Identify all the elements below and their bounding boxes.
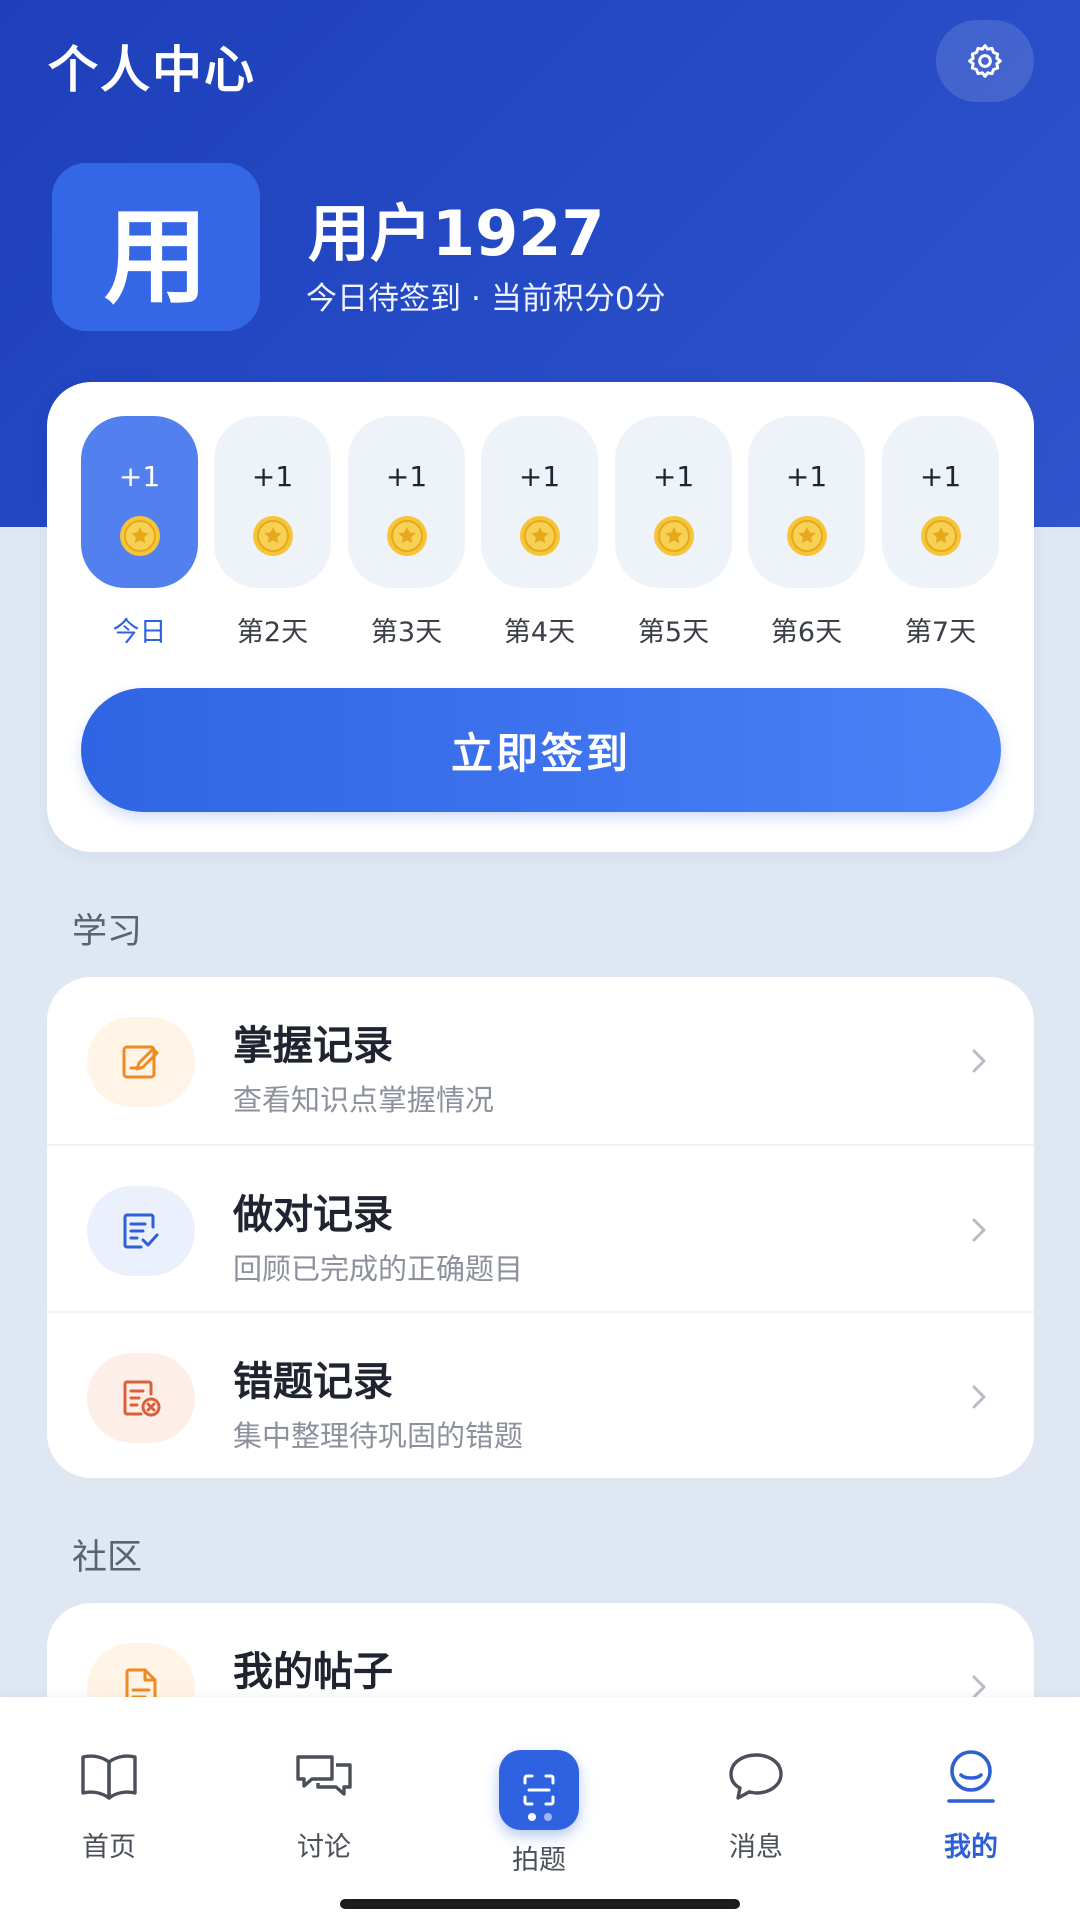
settings-button[interactable] [936, 20, 1034, 102]
page-dots-icon [528, 1813, 552, 1821]
nav-label: 首页 [82, 1832, 136, 1863]
day-reward: +1 [785, 460, 828, 493]
bottom-nav: 首页 讨论 拍题 消息 我的 [0, 1697, 1080, 1920]
item-subtitle: 集中整理待巩固的错题 [233, 1419, 524, 1453]
coin-icon [120, 516, 160, 556]
nav-label: 我的 [944, 1832, 998, 1863]
item-title: 我的帖子 [233, 1649, 393, 1695]
list-item-wrong-record[interactable]: 错题记录 集中整理待巩固的错题 [47, 1311, 1034, 1478]
nav-label: 讨论 [297, 1832, 351, 1863]
day-tile [348, 416, 465, 588]
coin-icon [654, 516, 694, 556]
nav-label: 消息 [729, 1832, 783, 1863]
item-subtitle: 回顾已完成的正确题目 [233, 1252, 524, 1286]
nav-item-messages[interactable]: 消息 [676, 1697, 836, 1897]
checkin-day-2[interactable]: +1 第2天 [214, 416, 331, 648]
day-label: 第3天 [370, 617, 443, 648]
item-title: 掌握记录 [233, 1023, 393, 1069]
day-tile [481, 416, 598, 588]
checkin-day-1[interactable]: +1 今日 [81, 416, 198, 648]
day-label: 第7天 [904, 617, 977, 648]
checkin-days: +1 今日 +1 第2天 +1 第3天 +1 第4天 +1 第5天 +1 第6天… [81, 416, 1001, 648]
username: 用户1927 [308, 197, 605, 270]
page-title: 个人中心 [48, 41, 256, 99]
checkin-card: +1 今日 +1 第2天 +1 第3天 +1 第4天 +1 第5天 +1 第6天… [47, 382, 1034, 852]
wrong-list-icon [123, 1380, 161, 1417]
checkin-day-3[interactable]: +1 第3天 [348, 416, 465, 648]
gear-icon [968, 44, 1002, 78]
home-indicator[interactable] [340, 1899, 740, 1909]
day-label: 第5天 [637, 617, 710, 648]
nav-label: 拍题 [512, 1845, 566, 1876]
nav-item-home[interactable]: 首页 [29, 1697, 189, 1897]
day-reward: +1 [118, 460, 161, 493]
item-icon-wrap [87, 1186, 195, 1276]
checkin-day-4[interactable]: +1 第4天 [481, 416, 598, 648]
day-tile [81, 416, 198, 588]
coin-icon [921, 516, 961, 556]
checkin-status: 今日待签到 [306, 281, 461, 317]
checkin-day-7[interactable]: +1 第7天 [882, 416, 999, 648]
day-label: 今日 [112, 617, 167, 648]
study-card: 掌握记录 查看知识点掌握情况 做对记录 回顾已完成的正确题目 错题记录 集中整理… [47, 977, 1034, 1478]
item-icon-wrap [87, 1017, 195, 1107]
item-subtitle: 查看知识点掌握情况 [233, 1083, 495, 1117]
nav-item-profile[interactable]: 我的 [891, 1697, 1051, 1897]
nav-item-discussion[interactable]: 讨论 [244, 1697, 404, 1897]
checkin-day-5[interactable]: +1 第5天 [615, 416, 732, 648]
coin-icon [787, 516, 827, 556]
day-reward: +1 [919, 460, 962, 493]
book-icon [81, 1754, 137, 1800]
separator: · [471, 281, 481, 317]
scan-icon [523, 1774, 555, 1806]
day-tile [615, 416, 732, 588]
chat-bubbles-icon [296, 1755, 352, 1796]
coin-icon [253, 516, 293, 556]
checkin-day-6[interactable]: +1 第6天 [748, 416, 865, 648]
profile-icon [947, 1750, 995, 1803]
chevron-right-icon [972, 1385, 986, 1409]
message-icon [729, 1753, 783, 1800]
day-label: 第6天 [770, 617, 843, 648]
day-reward: +1 [652, 460, 695, 493]
section-title-community: 社区 [72, 1538, 143, 1578]
points-text: 当前积分0分 [490, 281, 666, 317]
item-title: 错题记录 [233, 1359, 393, 1405]
coin-icon [387, 516, 427, 556]
item-icon-wrap [87, 1353, 195, 1443]
day-reward: +1 [385, 460, 428, 493]
avatar[interactable]: 用 [52, 163, 260, 331]
user-status-line: 今日待签到 · 当前积分0分 [306, 273, 666, 318]
coin-icon [520, 516, 560, 556]
checkin-button[interactable]: 立即签到 [81, 688, 1001, 812]
chevron-right-icon [972, 1218, 986, 1242]
day-label: 第4天 [503, 617, 576, 648]
avatar-text: 用 [103, 195, 208, 318]
chevron-right-icon [972, 1049, 986, 1073]
day-tile [748, 416, 865, 588]
day-reward: +1 [518, 460, 561, 493]
edit-note-icon [122, 1045, 159, 1079]
day-tile [882, 416, 999, 588]
day-tile [214, 416, 331, 588]
section-title-study: 学习 [72, 912, 143, 952]
nav-item-scan[interactable]: 拍题 [459, 1700, 619, 1900]
list-item-mastery-record[interactable]: 掌握记录 查看知识点掌握情况 [47, 977, 1034, 1145]
checklist-icon [123, 1213, 159, 1249]
day-reward: +1 [251, 460, 294, 493]
day-label: 第2天 [236, 617, 309, 648]
profile-screen: 个人中心 用 用户1927 今日待签到 · 当前积分0分 +1 今日 +1 第2天 [0, 0, 1080, 1920]
item-title: 做对记录 [233, 1192, 393, 1238]
list-item-correct-record[interactable]: 做对记录 回顾已完成的正确题目 [47, 1144, 1034, 1312]
